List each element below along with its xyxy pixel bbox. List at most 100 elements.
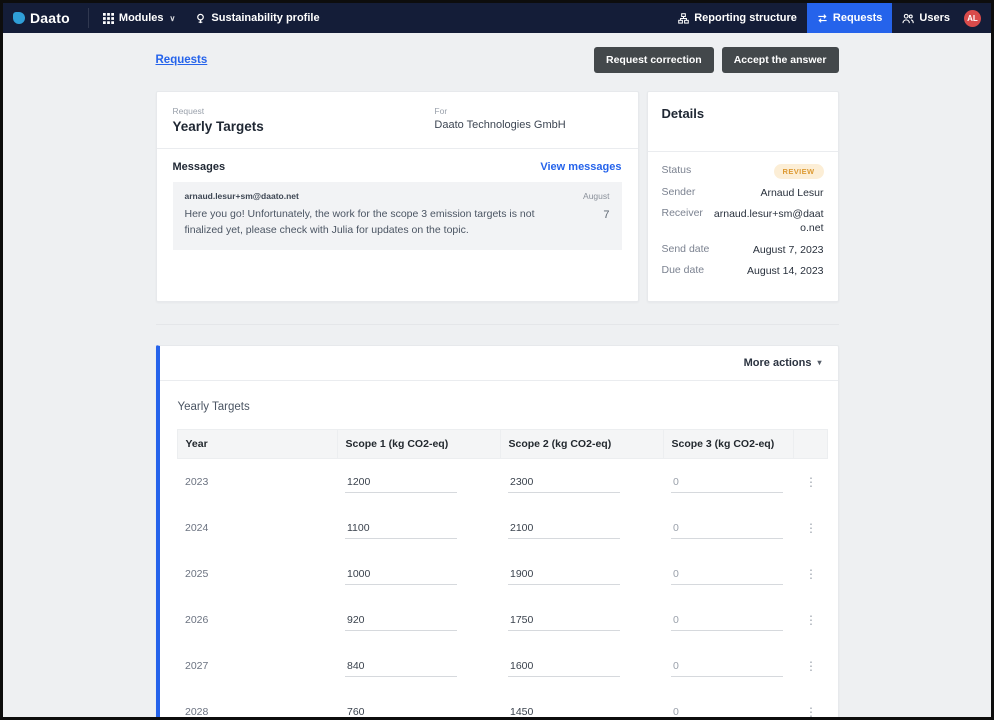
- page-content: Requests Request correction Accept the a…: [3, 33, 991, 720]
- table-row: 2026 ⋮: [177, 597, 827, 643]
- top-navbar: Daato Modules ∨ Sustainability profile: [3, 3, 991, 33]
- for-value: Daato Technologies GmbH: [434, 119, 621, 131]
- year-cell: 2024: [177, 505, 337, 551]
- details-title: Details: [662, 106, 824, 121]
- year-cell: 2027: [177, 643, 337, 689]
- app-window: Daato Modules ∨ Sustainability profile: [0, 0, 994, 720]
- year-cell: 2026: [177, 597, 337, 643]
- caret-down-icon: ▾: [817, 358, 821, 367]
- message-item: arnaud.lesur+sm@daato.net Here you go! U…: [173, 182, 622, 250]
- yearly-targets-table: Year Scope 1 (kg CO2-eq) Scope 2 (kg CO2…: [177, 429, 828, 720]
- org-chart-icon: [678, 13, 689, 24]
- table-row: 2024 ⋮: [177, 505, 827, 551]
- due-date-value: August 14, 2023: [747, 264, 823, 278]
- accept-answer-button[interactable]: Accept the answer: [722, 47, 839, 73]
- message-date-day: 7: [583, 209, 609, 221]
- more-actions-button[interactable]: More actions ▾: [744, 357, 822, 369]
- scope3-input[interactable]: [671, 658, 783, 677]
- nav-sustainability-profile[interactable]: Sustainability profile: [185, 3, 329, 33]
- navbar-divider: [88, 8, 89, 28]
- column-header-actions: [793, 429, 827, 458]
- scope1-input[interactable]: [345, 658, 457, 677]
- requests-icon: [817, 13, 828, 24]
- scope2-input[interactable]: [508, 704, 620, 720]
- table-row: 2028 ⋮: [177, 689, 827, 720]
- nav-reporting-structure[interactable]: Reporting structure: [668, 3, 807, 33]
- column-header-scope2: Scope 2 (kg CO2-eq): [500, 429, 663, 458]
- nav-sustainability-label: Sustainability profile: [211, 12, 319, 24]
- card-divider: [157, 148, 638, 149]
- brand-logo[interactable]: Daato: [3, 3, 84, 33]
- nav-users-label: Users: [919, 12, 950, 24]
- scope3-input[interactable]: [671, 612, 783, 631]
- request-card: Request Yearly Targets For Daato Technol…: [156, 91, 639, 302]
- table-row: 2023 ⋮: [177, 458, 827, 505]
- table-row: 2025 ⋮: [177, 551, 827, 597]
- scope3-input[interactable]: [671, 474, 783, 493]
- nav-users[interactable]: Users: [892, 3, 960, 33]
- details-card: Details Status REVIEW Sender Arnaud Lesu…: [647, 91, 839, 302]
- request-correction-button[interactable]: Request correction: [594, 47, 714, 73]
- status-badge: REVIEW: [774, 164, 824, 179]
- nav-modules[interactable]: Modules ∨: [93, 3, 185, 33]
- scope1-input[interactable]: [345, 566, 457, 585]
- scope2-input[interactable]: [508, 612, 620, 631]
- receiver-value: arnaud.lesur+sm@daato.net: [711, 207, 824, 235]
- scope2-input[interactable]: [508, 658, 620, 677]
- message-text: Here you go! Unfortunately, the work for…: [185, 207, 574, 239]
- nav-requests[interactable]: Requests: [807, 3, 893, 33]
- row-menu-kebab-icon[interactable]: ⋮: [801, 612, 821, 628]
- scope2-input[interactable]: [508, 566, 620, 585]
- scope1-input[interactable]: [345, 520, 457, 539]
- scope1-input[interactable]: [345, 612, 457, 631]
- table-section-title: Yearly Targets: [160, 381, 838, 429]
- grid-icon: [103, 13, 114, 24]
- scope1-input[interactable]: [345, 704, 457, 720]
- table-row: 2027 ⋮: [177, 643, 827, 689]
- detail-row-receiver: Receiver arnaud.lesur+sm@daato.net: [662, 207, 824, 235]
- section-divider: [156, 324, 839, 325]
- scope2-input[interactable]: [508, 474, 620, 493]
- details-divider: [648, 151, 838, 152]
- brand-name: Daato: [30, 10, 70, 26]
- column-header-scope3: Scope 3 (kg CO2-eq): [663, 429, 793, 458]
- request-title: Yearly Targets: [173, 119, 435, 134]
- scope3-input[interactable]: [671, 704, 783, 720]
- request-header: Request Yearly Targets For Daato Technol…: [173, 106, 622, 134]
- detail-row-due-date: Due date August 14, 2023: [662, 264, 824, 278]
- row-menu-kebab-icon[interactable]: ⋮: [801, 566, 821, 582]
- row-menu-kebab-icon[interactable]: ⋮: [801, 704, 821, 720]
- nav-requests-label: Requests: [833, 12, 883, 24]
- more-actions-label: More actions: [744, 357, 812, 369]
- message-sender: arnaud.lesur+sm@daato.net: [185, 191, 574, 201]
- header-actions: Request correction Accept the answer: [594, 47, 839, 73]
- detail-row-status: Status REVIEW: [662, 164, 824, 179]
- scope2-input[interactable]: [508, 520, 620, 539]
- due-date-label: Due date: [662, 264, 705, 276]
- nav-reporting-label: Reporting structure: [694, 12, 797, 24]
- page-header-row: Requests Request correction Accept the a…: [156, 47, 839, 73]
- message-date-month: August: [583, 191, 609, 201]
- row-menu-kebab-icon[interactable]: ⋮: [801, 520, 821, 536]
- scope3-input[interactable]: [671, 566, 783, 585]
- nav-modules-label: Modules: [119, 12, 164, 24]
- scope3-input[interactable]: [671, 520, 783, 539]
- table-toolbar: More actions ▾: [160, 346, 838, 381]
- table-header-row: Year Scope 1 (kg CO2-eq) Scope 2 (kg CO2…: [177, 429, 827, 458]
- view-messages-link[interactable]: View messages: [540, 161, 621, 173]
- row-menu-kebab-icon[interactable]: ⋮: [801, 658, 821, 674]
- messages-header: Messages View messages: [173, 161, 622, 173]
- send-date-label: Send date: [662, 243, 710, 255]
- column-header-year: Year: [177, 429, 337, 458]
- row-menu-kebab-icon[interactable]: ⋮: [801, 474, 821, 490]
- user-avatar[interactable]: AL: [964, 10, 981, 27]
- summary-cards-row: Request Yearly Targets For Daato Technol…: [156, 91, 839, 302]
- year-cell: 2023: [177, 458, 337, 505]
- breadcrumb-requests-link[interactable]: Requests: [156, 54, 208, 66]
- request-label: Request: [173, 106, 435, 116]
- send-date-value: August 7, 2023: [753, 243, 824, 257]
- scope1-input[interactable]: [345, 474, 457, 493]
- message-date: August 7: [583, 191, 609, 239]
- status-label: Status: [662, 164, 692, 176]
- receiver-label: Receiver: [662, 207, 703, 219]
